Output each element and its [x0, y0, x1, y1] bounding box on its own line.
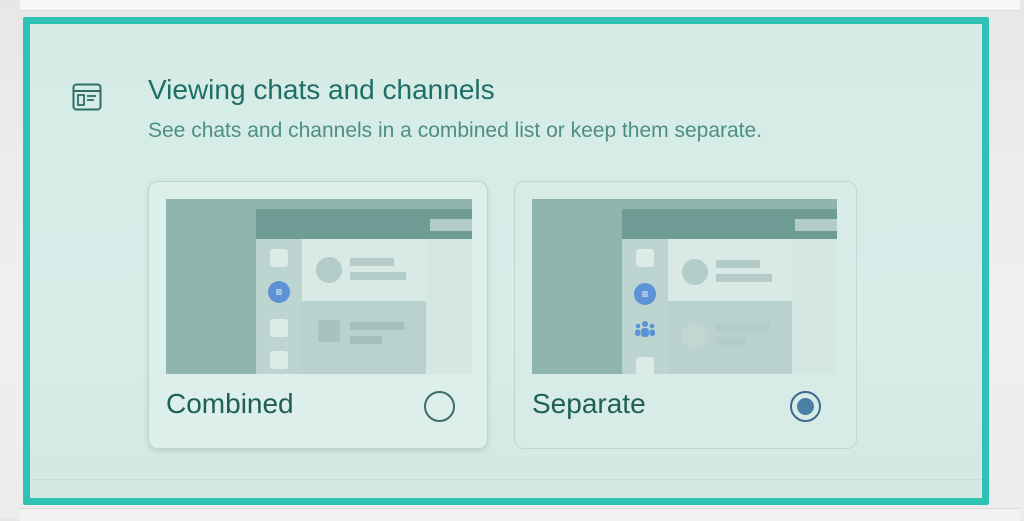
radio-selected-dot: [797, 398, 814, 415]
layout-panel-icon: [72, 83, 102, 111]
combined-label: Combined: [166, 388, 294, 419]
highlight-frame: Viewing chats and channels See chats and…: [23, 17, 989, 505]
background-card-top: [20, 0, 1020, 11]
teams-icon: [635, 321, 655, 337]
combined-preview-image: ≡: [166, 199, 472, 374]
section-subtitle: See chats and channels in a combined lis…: [148, 119, 763, 142]
option-separate-card[interactable]: ≡ Separate: [514, 181, 857, 449]
option-combined-card[interactable]: ≡ Combined: [148, 181, 488, 449]
section-title: Viewing chats and channels: [148, 74, 495, 105]
separate-radio[interactable]: [790, 391, 821, 422]
background-card-bottom: [20, 508, 1020, 521]
separate-preview-image: ≡: [532, 199, 837, 374]
settings-card: Viewing chats and channels See chats and…: [30, 24, 982, 480]
chat-bubble-icon: ≡: [634, 283, 656, 305]
chat-bubble-icon: ≡: [268, 281, 290, 303]
combined-radio[interactable]: [424, 391, 455, 422]
separate-label: Separate: [532, 388, 646, 419]
